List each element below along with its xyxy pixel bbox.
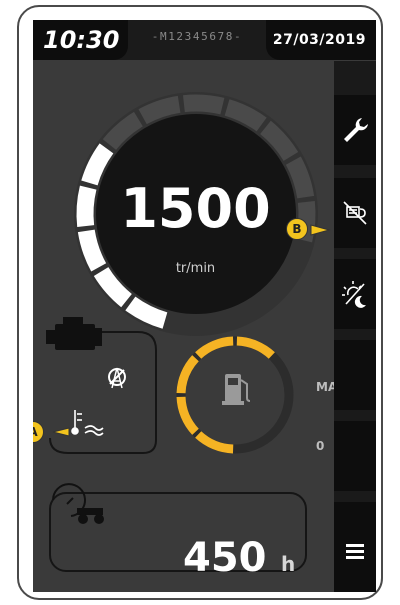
callout-b-pointer (310, 224, 331, 236)
day-night-button[interactable] (334, 259, 376, 329)
tractor-icon (77, 508, 104, 524)
dashboard-screen: 10:30 -M12345678- 27/03/2019 1500 tr/min… (33, 20, 376, 592)
fuel-pump-icon (222, 374, 251, 405)
sidebar (334, 61, 376, 592)
engine-rpm-value: 1500 (120, 177, 271, 240)
wrench-icon (344, 118, 368, 142)
day-night-icon (342, 281, 366, 308)
menu-button[interactable] (334, 502, 376, 592)
fuel-segment (176, 355, 199, 394)
engine-icon (46, 317, 102, 350)
rpm-segment (182, 94, 225, 115)
empty-button-1[interactable] (334, 340, 376, 410)
service-button[interactable] (334, 95, 376, 165)
empty-button-2[interactable] (334, 421, 376, 491)
fuel-segment (236, 336, 275, 359)
hour-meter-value: 450 (183, 535, 267, 581)
fuel-segment (176, 396, 199, 435)
callout-a-pointer (52, 427, 70, 437)
fuel-segment (271, 355, 294, 394)
menu-icon (346, 544, 364, 559)
callout-b: B (286, 218, 308, 240)
hour-meter-unit: h (281, 552, 296, 576)
hour-meter-outline (49, 492, 307, 572)
regeneration-inhibit-button[interactable] (334, 178, 376, 248)
fuel-segment (195, 336, 234, 359)
engine-rpm-unit: tr/min (175, 261, 216, 276)
regeneration-inhibit-icon (343, 201, 367, 225)
rpm-segment (76, 185, 97, 228)
gauge-layer (46, 92, 331, 572)
fuel-segment (195, 431, 234, 454)
exhaust-temperature-icon (71, 410, 104, 436)
auto-off-icon (108, 367, 126, 389)
fuel-zero-label: 0 (316, 439, 325, 453)
